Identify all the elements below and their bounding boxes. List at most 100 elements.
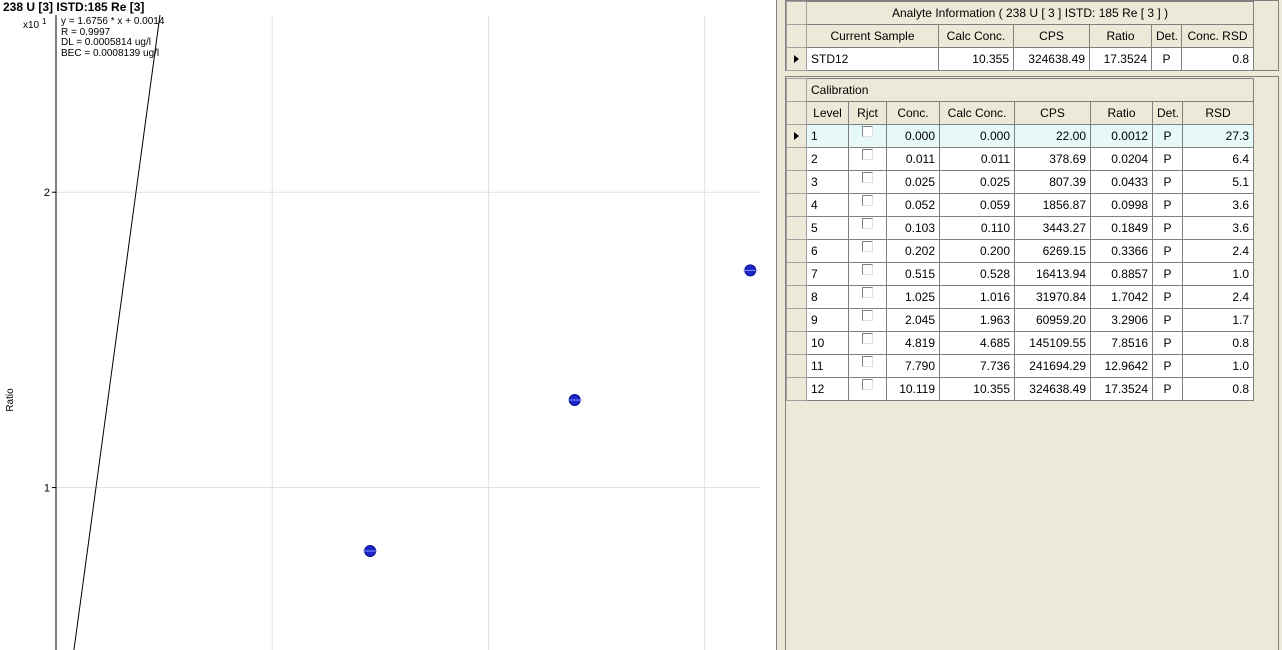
cell-calc-conc: 0.000 [939,124,1015,148]
col-header-current-sample[interactable]: Current Sample [806,24,939,48]
cell-rsd: 5.1 [1182,170,1254,194]
reject-checkbox-cell[interactable] [848,216,887,240]
row-selector[interactable] [786,193,807,217]
col-header-conc[interactable]: Conc. [886,101,940,125]
cell-conc: 10.119 [886,377,940,401]
row-selector[interactable] [786,147,807,171]
cell-det: P [1152,216,1183,240]
fit-info: y = 1.6756 * x + 0.0014 R = 0.9997 DL = … [61,16,164,59]
reject-checkbox[interactable] [862,172,873,183]
analyte-info-title: Analyte Information ( 238 U [ 3 ] ISTD: … [805,1,1255,25]
corner-cell [786,78,807,102]
col-header-det[interactable]: Det. [1151,24,1182,48]
calibration-row[interactable]: 8 1.025 1.016 31970.84 1.7042 P 2.4 [786,285,1254,309]
calibration-row[interactable]: 4 0.052 0.059 1856.87 0.0998 P 3.6 [786,193,1254,217]
cell-rsd: 6.4 [1182,147,1254,171]
cell-level: 5 [806,216,849,240]
reject-checkbox[interactable] [862,264,873,275]
cell-calc-conc: 0.200 [939,239,1015,263]
reject-checkbox[interactable] [862,149,873,160]
reject-checkbox-cell[interactable] [848,147,887,171]
sample-conc-rsd: 0.8 [1180,47,1255,71]
cell-conc: 0.011 [886,147,940,171]
reject-checkbox[interactable] [862,333,873,344]
calibration-chart: 21x10 1Ratio [5,14,760,650]
reject-checkbox[interactable] [862,310,873,321]
col-header-calc-conc[interactable]: Calc Conc. [938,24,1014,48]
corner-cell [786,101,807,125]
cell-cps: 16413.94 [1014,262,1091,286]
col-header-det[interactable]: Det. [1152,101,1183,125]
col-header-cps[interactable]: CPS [1013,24,1090,48]
col-header-cps[interactable]: CPS [1014,101,1091,125]
reject-checkbox-cell[interactable] [848,308,887,332]
reject-checkbox[interactable] [862,241,873,252]
row-pointer-icon [794,55,799,63]
cell-ratio: 0.8857 [1090,262,1153,286]
row-selector[interactable] [786,308,807,332]
reject-checkbox-cell[interactable] [848,377,887,401]
col-header-rjct[interactable]: Rjct [848,101,887,125]
calibration-row[interactable]: 9 2.045 1.963 60959.20 3.2906 P 1.7 [786,308,1254,332]
fit-detection-limit: DL = 0.0005814 ug/l [61,37,151,48]
cell-level: 1 [806,124,849,148]
cell-ratio: 1.7042 [1090,285,1153,309]
col-header-calc-conc[interactable]: Calc Conc. [939,101,1015,125]
row-selector[interactable] [786,124,807,148]
col-header-ratio[interactable]: Ratio [1089,24,1152,48]
cell-conc: 0.515 [886,262,940,286]
row-selector[interactable] [786,285,807,309]
calibration-row[interactable]: 5 0.103 0.110 3443.27 0.1849 P 3.6 [786,216,1254,240]
reject-checkbox[interactable] [862,195,873,206]
row-selector[interactable] [786,47,807,71]
reject-checkbox-cell[interactable] [848,331,887,355]
calibration-row[interactable]: 6 0.202 0.200 6269.15 0.3366 P 2.4 [786,239,1254,263]
reject-checkbox[interactable] [862,356,873,367]
col-header-ratio[interactable]: Ratio [1090,101,1153,125]
current-sample-row[interactable]: STD12 10.355 324638.49 17.3524 P 0.8 [786,47,1255,71]
reject-checkbox-cell[interactable] [848,262,887,286]
cell-level: 9 [806,308,849,332]
calibration-row[interactable]: 11 7.790 7.736 241694.29 12.9642 P 1.0 [786,354,1254,378]
reject-checkbox-cell[interactable] [848,285,887,309]
col-header-level[interactable]: Level [806,101,849,125]
reject-checkbox-cell[interactable] [848,239,887,263]
cell-det: P [1152,285,1183,309]
cell-det: P [1152,331,1183,355]
cell-calc-conc: 7.736 [939,354,1015,378]
row-selector[interactable] [786,170,807,194]
reject-checkbox-cell[interactable] [848,170,887,194]
sample-ratio: 17.3524 [1089,47,1152,71]
y-multiplier-label: x10 [23,20,40,31]
reject-checkbox-cell[interactable] [848,193,887,217]
y-tick-label: 2 [44,187,50,199]
row-selector[interactable] [786,377,807,401]
reject-checkbox[interactable] [862,126,873,137]
reject-checkbox-cell[interactable] [848,354,887,378]
cell-ratio: 0.0012 [1090,124,1153,148]
reject-checkbox[interactable] [862,379,873,390]
cell-calc-conc: 0.110 [939,216,1015,240]
cell-conc: 0.103 [886,216,940,240]
calibration-row[interactable]: 10 4.819 4.685 145109.55 7.8516 P 0.8 [786,331,1254,355]
reject-checkbox-cell[interactable] [848,124,887,148]
row-selector[interactable] [786,331,807,355]
calibration-row[interactable]: 1 0.000 0.000 22.00 0.0012 P 27.3 [786,124,1254,148]
reject-checkbox[interactable] [862,218,873,229]
cell-calc-conc: 0.528 [939,262,1015,286]
row-selector[interactable] [786,239,807,263]
row-selector[interactable] [786,262,807,286]
calibration-row[interactable]: 3 0.025 0.025 807.39 0.0433 P 5.1 [786,170,1254,194]
calibration-row[interactable]: 7 0.515 0.528 16413.94 0.8857 P 1.0 [786,262,1254,286]
col-header-conc-rsd[interactable]: Conc. RSD [1180,24,1255,48]
reject-checkbox[interactable] [862,287,873,298]
calibration-row[interactable]: 2 0.011 0.011 378.69 0.0204 P 6.4 [786,147,1254,171]
row-selector[interactable] [786,354,807,378]
calibration-row[interactable]: 12 10.119 10.355 324638.49 17.3524 P 0.8 [786,377,1254,401]
fit-bec: BEC = 0.0008139 ug/l [61,47,160,59]
sample-calc-conc: 10.355 [938,47,1014,71]
col-header-rsd[interactable]: RSD [1182,101,1254,125]
cell-cps: 22.00 [1014,124,1091,148]
row-selector[interactable] [786,216,807,240]
cell-cps: 145109.55 [1014,331,1091,355]
